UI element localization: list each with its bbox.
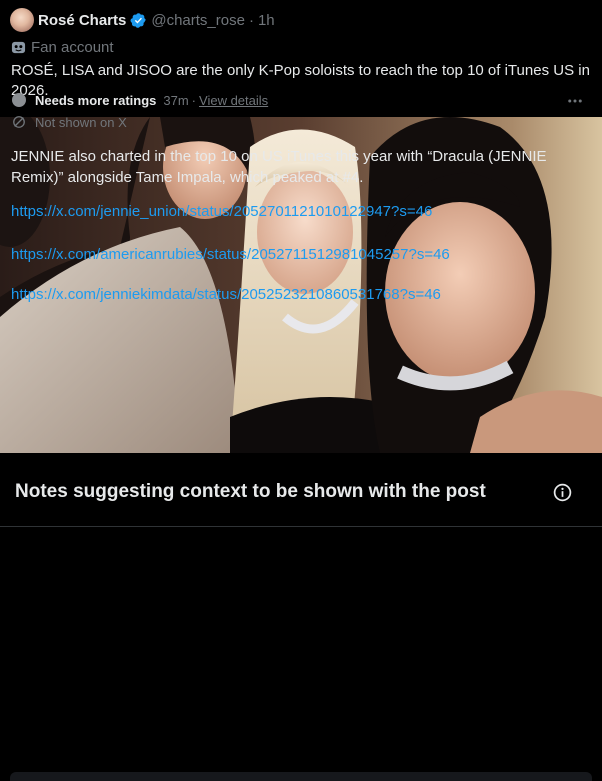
source-link[interactable]: https://x.com/jennie_union/status/205270… xyxy=(11,203,432,220)
notes-header: Notes suggesting context to be shown wit… xyxy=(0,454,602,527)
eye-off-icon xyxy=(13,116,25,128)
next-card-edge xyxy=(10,772,592,781)
note-text: JENNIE also charted in the top 10 on US … xyxy=(11,148,547,186)
notes-title: Notes suggesting context to be shown wit… xyxy=(15,481,486,502)
community-notes-panel: Notes suggesting context to be shown wit… xyxy=(0,454,602,781)
account-label: Fan account xyxy=(11,37,114,57)
author-row: Rosé Charts @charts_rose · 1h xyxy=(10,8,275,32)
mask-icon xyxy=(11,41,26,53)
note-status: Needs more ratings xyxy=(35,92,157,108)
separator-dot: · xyxy=(248,11,254,29)
view-details-link[interactable]: View details xyxy=(199,93,268,108)
post-time[interactable]: 1h xyxy=(258,12,275,29)
note-time: 37m xyxy=(163,92,189,108)
status-indicator xyxy=(12,93,26,107)
note-status-row: Needs more ratings 37m · View details xyxy=(12,91,268,109)
visibility-row: Not shown on X xyxy=(12,113,127,131)
separator-dot: · xyxy=(191,92,197,108)
tweet: Rosé Charts @charts_rose · 1h Fan accoun… xyxy=(0,0,602,453)
source-link[interactable]: https://x.com/americanrubies/status/2052… xyxy=(11,246,450,263)
handle[interactable]: @charts_rose xyxy=(151,12,245,29)
visibility-text: Not shown on X xyxy=(35,114,127,130)
source-link[interactable]: https://x.com/jenniekimdata/status/20525… xyxy=(11,286,441,303)
label-text: Fan account xyxy=(31,38,114,56)
avatar[interactable] xyxy=(10,8,34,32)
info-icon[interactable] xyxy=(552,482,573,503)
verified-badge-icon xyxy=(130,12,147,28)
more-icon[interactable] xyxy=(566,92,584,110)
display-name[interactable]: Rosé Charts xyxy=(38,12,126,29)
